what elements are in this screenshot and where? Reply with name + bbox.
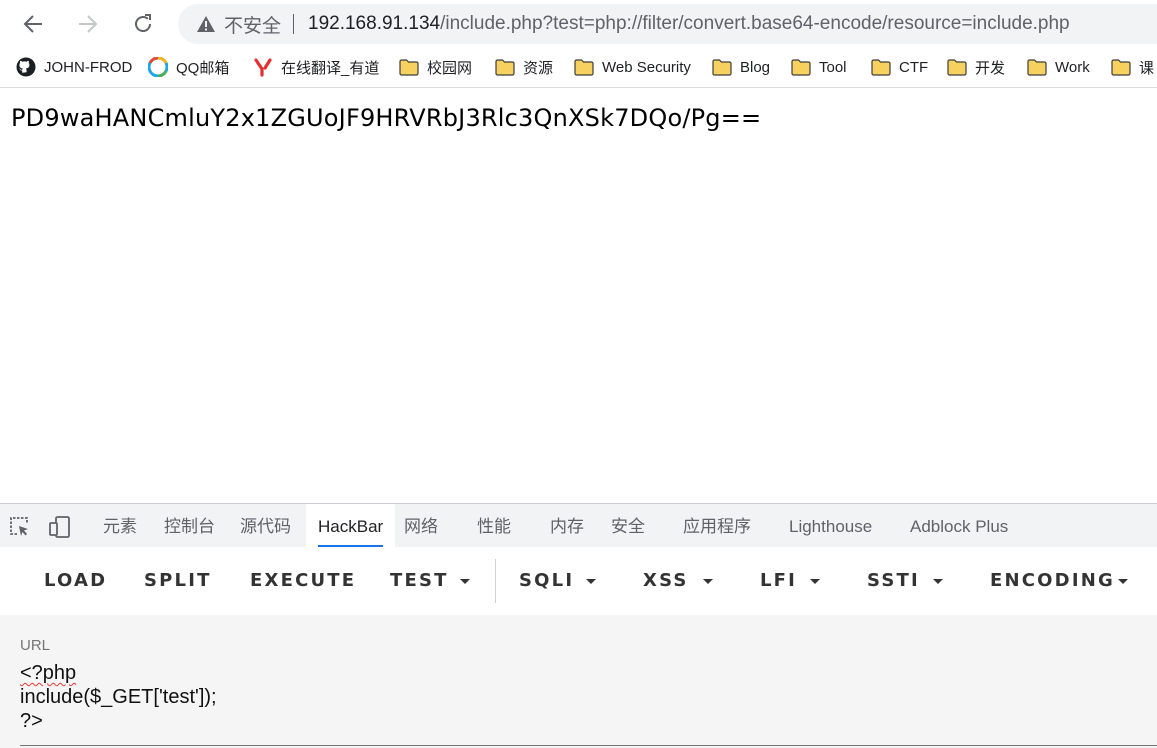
tab-performance[interactable]: 性能 xyxy=(477,504,511,548)
bookmark-label: Blog xyxy=(740,58,771,76)
insecure-label[interactable]: 不安全 xyxy=(224,11,281,38)
arrow-right-icon xyxy=(79,15,98,33)
split-button[interactable]: SPLIT xyxy=(144,547,212,615)
load-button[interactable]: LOAD xyxy=(44,547,107,615)
url-field-label: URL xyxy=(20,637,51,654)
tab-console[interactable]: 控制台 xyxy=(164,504,215,548)
execute-button[interactable]: EXECUTE xyxy=(250,547,356,615)
test-menu-button[interactable]: TEST xyxy=(390,547,449,615)
back-button[interactable] xyxy=(16,7,50,41)
folder-icon xyxy=(495,57,515,77)
tab-network[interactable]: 网络 xyxy=(404,504,438,548)
xss-menu-button[interactable]: XSS xyxy=(643,547,689,615)
caret-down-icon xyxy=(1118,579,1128,584)
tab-adblock-plus[interactable]: Adblock Plus xyxy=(910,504,1008,548)
address-divider xyxy=(293,14,295,34)
url-field-underline xyxy=(20,745,1157,746)
url-host: 192.168.91.134 xyxy=(308,13,441,34)
folder-icon xyxy=(1111,57,1131,77)
tab-elements[interactable]: 元素 xyxy=(103,504,137,548)
lfi-menu-button[interactable]: LFI xyxy=(760,547,797,615)
browser-toolbar: 不安全 192.168.91.134/include.php?test=php:… xyxy=(0,0,1157,47)
bookmark-label: QQ邮箱 xyxy=(176,59,230,77)
folder-icon xyxy=(1027,57,1047,77)
tab-application[interactable]: 应用程序 xyxy=(683,504,751,548)
toolbar-divider xyxy=(495,559,496,603)
url-text[interactable]: 192.168.91.134/include.php?test=php://fi… xyxy=(308,13,1070,35)
bookmark-label: CTF xyxy=(899,58,929,76)
folder-icon xyxy=(871,57,891,77)
url-path: /include.php?test=php://filter/convert.b… xyxy=(440,13,1070,34)
encoding-menu-button[interactable]: ENCODING xyxy=(990,547,1115,615)
reload-icon xyxy=(135,14,151,32)
device-toolbar-icon[interactable] xyxy=(48,515,72,539)
url-line-2: include($_GET['test']); xyxy=(20,686,217,708)
bookmark-folder-work[interactable]: Work xyxy=(1027,55,1090,79)
bookmark-folder-web-security[interactable]: Web Security xyxy=(574,55,691,79)
bookmark-folder-resources[interactable]: 资源 xyxy=(495,55,553,79)
hackbar-url-panel: URL <?php include($_GET['test']); ?> xyxy=(0,615,1157,748)
bookmark-folder-tool[interactable]: Tool xyxy=(791,55,847,79)
bookmark-label: JOHN-FROD xyxy=(44,58,133,76)
url-line-3: ?> xyxy=(20,710,43,732)
forward-button[interactable] xyxy=(71,7,105,41)
caret-down-icon xyxy=(703,579,713,584)
qq-mail-icon xyxy=(148,57,168,77)
caret-down-icon xyxy=(586,579,596,584)
base64-output: PD9waHANCmluY2x1ZGUoJF9HRVRbJ3Rlc3QnXSk7… xyxy=(11,104,762,132)
bookmark-folder-campus[interactable]: 校园网 xyxy=(399,55,472,79)
caret-down-icon xyxy=(933,579,943,584)
folder-icon xyxy=(574,57,594,77)
ssti-menu-button[interactable]: SSTI xyxy=(867,547,920,615)
youdao-icon xyxy=(253,57,273,77)
bookmark-folder-blog[interactable]: Blog xyxy=(712,55,770,79)
tab-memory[interactable]: 内存 xyxy=(550,504,584,548)
address-bar[interactable]: 不安全 192.168.91.134/include.php?test=php:… xyxy=(178,4,1157,44)
sqli-menu-button[interactable]: SQLI xyxy=(519,547,574,615)
inspect-element-icon[interactable] xyxy=(8,515,32,539)
folder-icon xyxy=(947,57,967,77)
reload-button[interactable] xyxy=(126,7,160,41)
tab-hackbar[interactable]: HackBar xyxy=(306,504,396,548)
folder-icon xyxy=(712,57,732,77)
url-textarea[interactable]: <?php include($_GET['test']); ?> xyxy=(20,661,217,733)
bookmark-label: Work xyxy=(1055,58,1090,76)
bookmark-label: Tool xyxy=(819,58,847,76)
caret-down-icon xyxy=(810,579,820,584)
devtools-tab-strip: 元素 控制台 源代码 HackBar 网络 性能 内存 安全 应用程序 Ligh… xyxy=(0,503,1157,548)
bookmark-label: 在线翻译_有道 xyxy=(281,59,380,77)
bookmark-folder-ctf[interactable]: CTF xyxy=(871,55,928,79)
github-icon xyxy=(16,57,36,77)
bookmark-label: Web Security xyxy=(602,58,691,76)
bookmark-john-frod[interactable]: JOHN-FROD xyxy=(16,55,132,79)
bookmark-folder-dev[interactable]: 开发 xyxy=(947,55,1005,79)
bookmark-qq-mail[interactable]: QQ邮箱 xyxy=(148,55,229,79)
folder-icon xyxy=(791,57,811,77)
tab-lighthouse[interactable]: Lighthouse xyxy=(789,504,872,548)
bookmark-label: 校园网 xyxy=(427,59,473,77)
folder-icon xyxy=(399,57,419,77)
warning-icon[interactable] xyxy=(196,14,216,34)
page-content: PD9waHANCmluY2x1ZGUoJF9HRVRbJ3Rlc3QnXSk7… xyxy=(0,88,1157,503)
bookmark-label: 资源 xyxy=(523,59,554,77)
url-line-1: <?php xyxy=(20,662,77,684)
bookmark-label: 开发 xyxy=(975,59,1006,77)
bookmark-folder-course[interactable]: 课 xyxy=(1111,55,1154,79)
tab-sources[interactable]: 源代码 xyxy=(240,504,291,548)
bookmark-label: 课 xyxy=(1139,59,1155,77)
bookmarks-bar: JOHN-FROD QQ邮箱 在线翻译_有道 校园网 资源 Web Securi… xyxy=(0,47,1157,88)
tab-security[interactable]: 安全 xyxy=(611,504,645,548)
hackbar-toolbar: LOAD SPLIT EXECUTE TEST SQLI XSS LFI SST… xyxy=(0,547,1157,615)
arrow-left-icon xyxy=(23,15,42,33)
caret-down-icon xyxy=(460,579,470,584)
bookmark-youdao[interactable]: 在线翻译_有道 xyxy=(253,55,379,79)
